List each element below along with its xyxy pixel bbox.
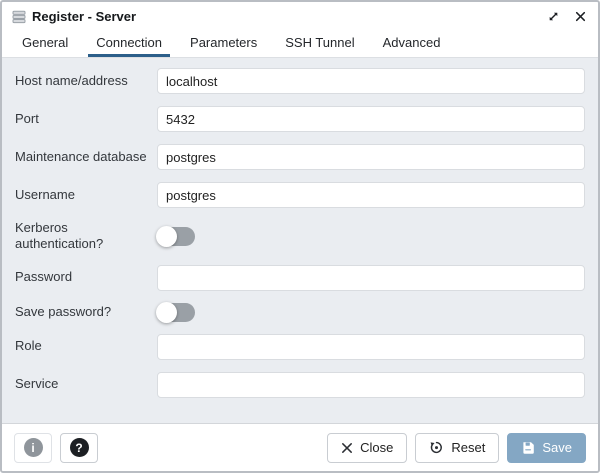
- toggle-knob: [156, 301, 177, 323]
- password-input[interactable]: [157, 264, 585, 291]
- connection-form: Host name/address Port Maintenance datab…: [2, 58, 598, 423]
- hostname-label: Host name/address: [15, 72, 128, 88]
- reset-button-label: Reset: [451, 440, 486, 455]
- tab-connection[interactable]: Connection: [88, 31, 171, 57]
- reset-history-icon: [429, 440, 444, 455]
- field-row-hostname: Host name/address: [15, 68, 585, 94]
- save-button[interactable]: Save: [507, 432, 586, 463]
- field-row-role: Role: [15, 333, 585, 360]
- kerberos-auth-toggle[interactable]: [156, 225, 195, 247]
- floppy-disk-icon: [521, 441, 535, 455]
- save-password-label: Save password?: [15, 303, 112, 319]
- server-icon: [12, 10, 26, 24]
- save-button-label: Save: [542, 440, 572, 455]
- password-label: Password: [15, 269, 73, 285]
- maintenance-db-label: Maintenance database: [15, 148, 147, 164]
- help-button[interactable]: ?: [60, 432, 98, 463]
- tab-advanced[interactable]: Advanced: [375, 31, 449, 57]
- field-row-save-password: Save password?: [15, 301, 585, 323]
- dialog-tabbar: General Connection Parameters SSH Tunnel…: [2, 31, 598, 58]
- service-label: Service: [15, 376, 59, 392]
- service-input[interactable]: [157, 371, 585, 398]
- field-row-maintenance-db: Maintenance database: [15, 144, 585, 170]
- maintenance-db-input[interactable]: [157, 144, 585, 170]
- tab-general[interactable]: General: [14, 31, 76, 57]
- field-row-username: Username: [15, 182, 585, 208]
- close-button-label: Close: [360, 440, 394, 455]
- dialog-title: Register - Server: [32, 9, 137, 24]
- field-row-port: Port: [15, 106, 585, 132]
- dialog-footer: i ? Close Reset Save: [2, 423, 598, 471]
- close-window-button[interactable]: [575, 11, 586, 22]
- tab-ssh-tunnel[interactable]: SSH Tunnel: [277, 31, 362, 57]
- kerberos-label: Kerberos authentication?: [15, 220, 104, 252]
- port-label: Port: [15, 110, 39, 126]
- dialog-titlebar: Register - Server: [2, 2, 598, 31]
- port-input[interactable]: [157, 106, 585, 132]
- close-button[interactable]: Close: [327, 432, 408, 463]
- field-row-service: Service: [15, 371, 585, 398]
- role-label: Role: [15, 338, 42, 354]
- expand-icon: [547, 10, 560, 23]
- toggle-knob: [156, 225, 177, 247]
- reset-button[interactable]: Reset: [415, 432, 500, 463]
- close-icon: [341, 442, 353, 454]
- hostname-input[interactable]: [157, 68, 585, 94]
- info-icon: i: [23, 438, 43, 457]
- sql-info-button[interactable]: i: [14, 432, 52, 463]
- tab-parameters[interactable]: Parameters: [182, 31, 265, 57]
- maximize-button[interactable]: [547, 10, 560, 23]
- field-row-password: Password: [15, 264, 585, 291]
- register-server-dialog: Register - Server General Connection Par…: [0, 0, 600, 473]
- username-input[interactable]: [157, 182, 585, 208]
- help-icon: ?: [69, 438, 89, 457]
- close-icon: [575, 11, 586, 22]
- field-row-kerberos: Kerberos authentication?: [15, 220, 585, 253]
- role-input[interactable]: [157, 333, 585, 360]
- save-password-toggle[interactable]: [156, 301, 195, 323]
- username-label: Username: [15, 186, 75, 202]
